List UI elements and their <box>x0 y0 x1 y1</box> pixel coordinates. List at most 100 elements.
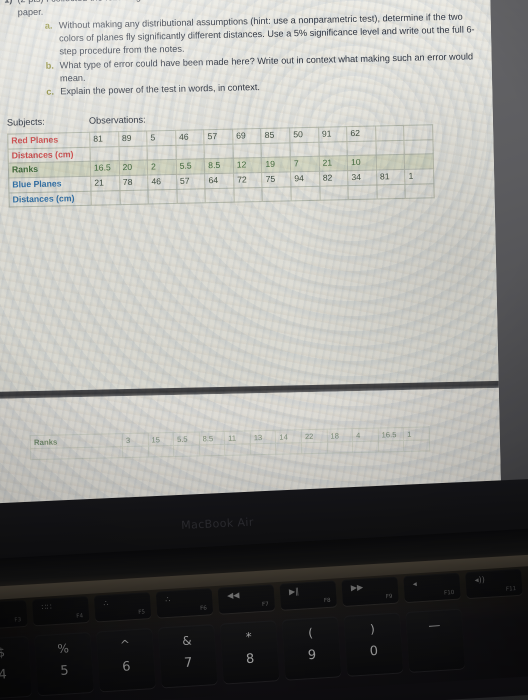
laptop-screen: 1) (2 pts) I collected the following dat… <box>0 0 502 508</box>
sub-question-c-marker: c. <box>46 86 55 98</box>
cell-blank-blue-planes-0 <box>90 190 120 205</box>
f4-launchpad-key[interactable]: ∷∷ F4 <box>31 595 90 626</box>
f10-mute-key[interactable]: ◂ F10 <box>403 572 461 603</box>
page2-cell-5: 13 <box>250 430 276 444</box>
cell-blue-planes-0: 21 <box>90 175 120 191</box>
key-7-digit: 7 <box>183 655 193 672</box>
cell-ranks-8: 21 <box>318 155 348 171</box>
page2-cell-3: 8.5 <box>198 431 225 445</box>
f9-fast-forward-key[interactable]: ▶▶ F9 <box>341 576 399 606</box>
f5-keyboard-brightness-down-label: F5 <box>138 609 146 616</box>
cell-ranks-7: 7 <box>290 155 320 172</box>
f8-play-pause-key[interactable]: ▶‖ F8 <box>279 580 338 610</box>
f10-mute-icon: ◂ <box>412 579 418 589</box>
key-5-digit: 5 <box>59 663 70 679</box>
page2-cell-8: 18 <box>326 428 353 443</box>
key-0-digit: 0 <box>369 643 379 660</box>
f7-rewind-key[interactable]: ◀◀ F7 <box>217 584 276 614</box>
f11-volume-down-key[interactable]: ◂)) F11 <box>465 568 523 599</box>
page2-cell-0: 3 <box>122 433 149 447</box>
f11-volume-down-icon: ◂)) <box>474 575 486 585</box>
cell-blank-blue-planes-9 <box>348 184 377 200</box>
key-4-digit: 4 <box>0 667 8 683</box>
page2-pad-cell-9 <box>327 441 353 454</box>
key-4-symbol: $ <box>0 645 6 660</box>
key-0[interactable]: ) 0 <box>343 612 404 676</box>
key-6-symbol: ^ <box>119 637 131 653</box>
cell-blank-blue-planes-8 <box>319 185 349 200</box>
cell-blue-planes-2: 46 <box>147 173 177 190</box>
cell-blank-blue-planes-7 <box>290 185 320 201</box>
cell-blank-red-planes-5 <box>232 143 262 158</box>
cell-ranks-9: 10 <box>347 154 377 171</box>
document-content: 1) (2 pts) I collected the following dat… <box>4 0 481 207</box>
f6-keyboard-brightness-up-key[interactable]: ∴ F6 <box>155 588 214 618</box>
key-8[interactable]: * 8 <box>219 620 280 684</box>
cell-red-planes-2: 5 <box>146 129 176 146</box>
key-7[interactable]: & 7 <box>157 624 218 688</box>
f4-launchpad-label: F4 <box>76 613 84 620</box>
cell-blank-blue-planes-11 <box>405 183 435 198</box>
cell-ranks-6: 19 <box>261 156 291 173</box>
cell-ranks-1: 20 <box>118 159 148 176</box>
cell-blank-blue-planes-6 <box>262 186 292 202</box>
screen-surface: 1) (2 pts) I collected the following dat… <box>0 0 502 508</box>
cell-blue-planes-5: 72 <box>233 172 263 188</box>
cell-blank-red-planes-8 <box>318 141 348 156</box>
page2-pad-cell-4 <box>199 444 226 456</box>
cell-blank-blue-planes-10 <box>376 183 406 199</box>
cell-blue-planes-1: 78 <box>119 174 149 191</box>
key-6[interactable]: ^ 6 <box>96 627 156 692</box>
row-label-units-blue-planes: Distances (cm) <box>8 190 92 207</box>
f3-mission-control-key[interactable]: ⊞□F3 <box>0 599 28 630</box>
cell-red-planes-7: 50 <box>289 126 319 143</box>
cell-blank-red-planes-0 <box>89 146 119 161</box>
key-5-symbol: % <box>56 641 70 656</box>
cell-blank-red-planes-9 <box>347 140 377 156</box>
cell-blank-red-planes-6 <box>261 142 291 158</box>
page2-cell-11: 1 <box>403 426 430 441</box>
cell-blank-red-planes-1 <box>118 145 148 161</box>
cell-red-planes-8: 91 <box>318 126 348 142</box>
cell-blue-planes-10: 81 <box>376 168 406 185</box>
cell-ranks-11 <box>404 153 434 169</box>
cell-ranks-2: 2 <box>147 158 177 175</box>
page2-pad-cell-0 <box>30 446 123 460</box>
cell-red-planes-5: 69 <box>232 128 262 144</box>
cell-blue-planes-11: 1 <box>404 168 434 184</box>
f5-keyboard-brightness-down-key[interactable]: ∴ F5 <box>93 592 152 622</box>
observations-label: Observations: <box>88 114 146 126</box>
f6-keyboard-brightness-up-icon: ∴ <box>164 594 171 605</box>
page2-cell-4: 11 <box>224 430 251 445</box>
f8-play-pause-label: F8 <box>323 597 331 605</box>
key-hyphen-symbol: — <box>427 617 441 633</box>
page2-cell-1: 15 <box>147 432 174 447</box>
f6-keyboard-brightness-up-label: F6 <box>199 605 208 612</box>
cell-blank-red-planes-10 <box>375 139 405 155</box>
f4-launchpad-icon: ∷∷ <box>41 602 52 612</box>
cell-ranks-10 <box>376 153 405 170</box>
sub-question-a-marker: a. <box>44 20 53 31</box>
key-6-digit: 6 <box>121 659 132 675</box>
page2-cell-9: 4 <box>352 428 379 442</box>
key-5[interactable]: % 5 <box>34 631 94 696</box>
page2-pad-cell-12 <box>403 439 430 452</box>
screenshot-root: 1) (2 pts) I collected the following dat… <box>0 0 528 700</box>
cell-blank-blue-planes-1 <box>119 189 149 205</box>
page2-pad-cell-1 <box>122 446 149 458</box>
key-9[interactable]: (9 <box>281 616 342 680</box>
key-8-symbol: * <box>245 629 253 645</box>
cell-ranks-3: 5.5 <box>176 158 205 174</box>
page2-cell-7: 22 <box>301 429 328 443</box>
key-8-digit: 8 <box>245 651 255 668</box>
cell-red-planes-10 <box>375 124 405 141</box>
key-4[interactable]: $4 <box>0 635 33 700</box>
subjects-label: Subjects: <box>6 116 45 128</box>
question-number: 1) <box>4 0 13 20</box>
cell-blue-planes-8: 82 <box>319 170 349 186</box>
f11-volume-down-label: F11 <box>505 586 517 593</box>
cell-blue-planes-6: 75 <box>262 171 291 188</box>
key-hyphen[interactable]: — <box>405 608 466 672</box>
page2-pad-cell-10 <box>352 441 379 453</box>
cell-red-planes-0: 81 <box>89 131 119 147</box>
